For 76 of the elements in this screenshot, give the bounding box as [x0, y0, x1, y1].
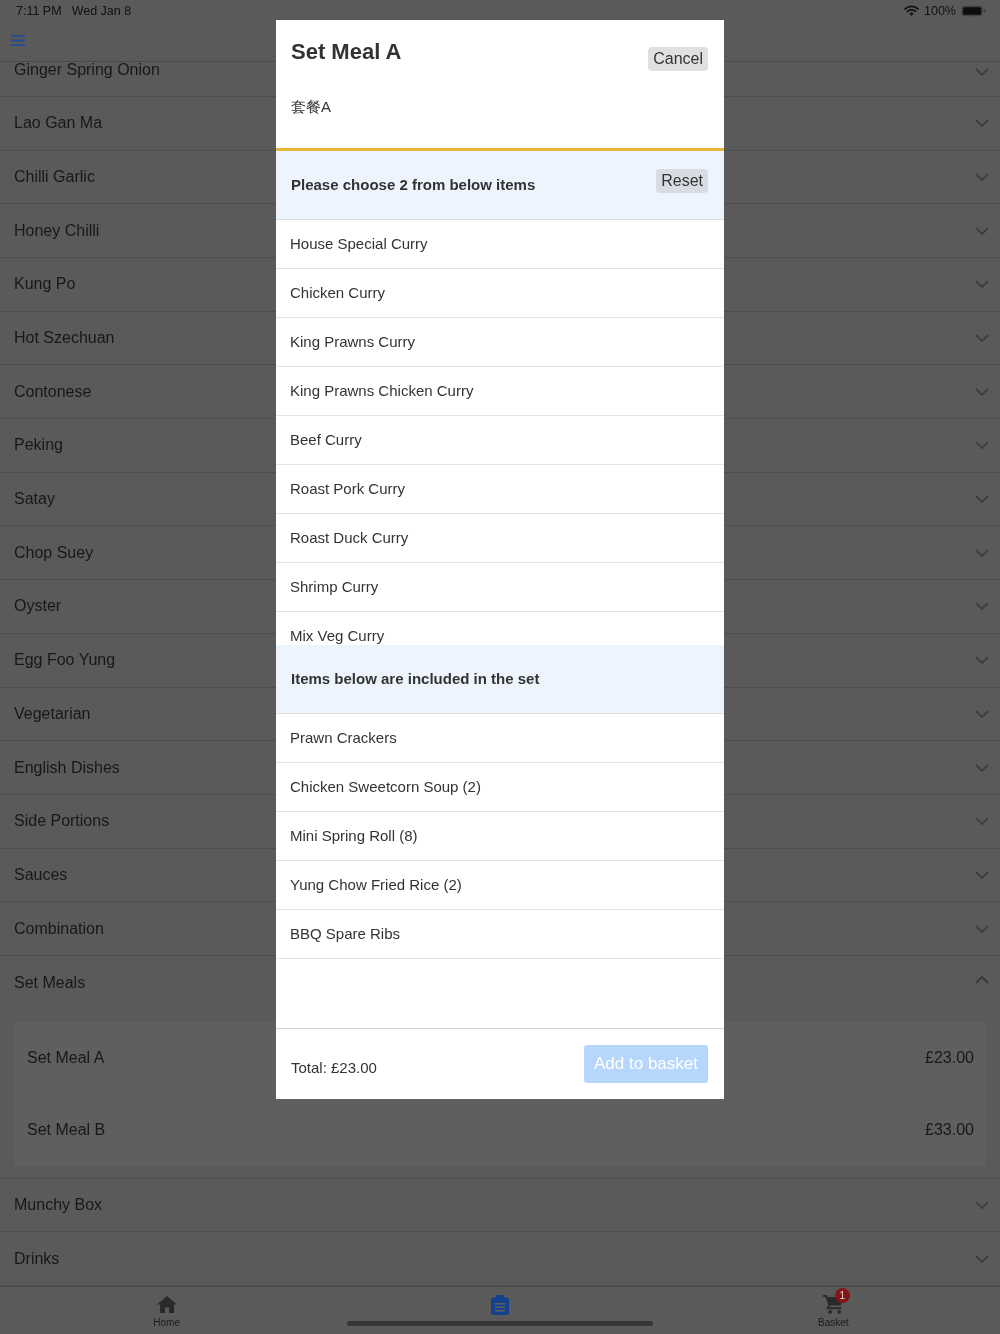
option-item[interactable]: House Special Curry	[290, 235, 428, 253]
category-label[interactable]: Hot Szechuan	[14, 329, 115, 348]
chevron-down-icon[interactable]	[975, 67, 989, 76]
menu-item-name[interactable]: Set Meal A	[27, 1048, 105, 1067]
chevron-down-icon[interactable]	[975, 119, 989, 128]
option-item[interactable]: King Prawns Chicken Curry	[290, 382, 474, 400]
chevron-down-icon[interactable]	[975, 172, 989, 181]
category-label[interactable]: Chilli Garlic	[14, 167, 95, 186]
menu-item-price: £33.00	[925, 1120, 974, 1139]
chevron-down-icon[interactable]	[975, 602, 989, 611]
menu-item-name[interactable]: Set Meal B	[27, 1120, 106, 1139]
included-item: Prawn Crackers	[290, 729, 397, 747]
chevron-down-icon[interactable]	[975, 656, 989, 665]
menu-icon[interactable]	[11, 34, 25, 46]
included-item: Mini Spring Roll (8)	[290, 827, 418, 845]
chevron-down-icon[interactable]	[975, 495, 989, 504]
chevron-down-icon[interactable]	[975, 763, 989, 772]
option-item[interactable]: Chicken Curry	[290, 284, 386, 302]
cancel-button[interactable]: Cancel	[648, 47, 708, 71]
chevron-down-icon[interactable]	[975, 924, 989, 933]
wifi-icon	[904, 5, 919, 17]
chevron-down-icon[interactable]	[975, 817, 989, 826]
included-item: Yung Chow Fried Rice (2)	[290, 876, 462, 894]
category-label[interactable]: Lao Gan Ma	[14, 114, 103, 133]
menu-item-price: £23.00	[925, 1048, 974, 1067]
category-label[interactable]: Vegetarian	[14, 704, 91, 723]
chevron-down-icon[interactable]	[975, 709, 989, 718]
category-label[interactable]: English Dishes	[14, 758, 120, 777]
chevron-down-icon[interactable]	[975, 1254, 989, 1263]
dialog-subtitle: 套餐A	[291, 98, 331, 115]
category-label[interactable]: Satay	[14, 490, 55, 509]
option-item[interactable]: Shrimp Curry	[290, 578, 379, 596]
option-item[interactable]: Mix Veg Curry	[290, 627, 385, 645]
category-label[interactable]: Combination	[14, 919, 104, 938]
category-label[interactable]: Side Portions	[14, 812, 110, 831]
choice-prompt: Please choose 2 from below items	[291, 176, 536, 194]
category-label[interactable]: Egg Foo Yung	[14, 651, 116, 670]
tab-button[interactable]: 1 Basket	[666, 1287, 1000, 1329]
included-item: Chicken Sweetcorn Soup (2)	[290, 778, 481, 796]
category-label[interactable]: Peking	[14, 436, 63, 455]
included-item: BBQ Spare Ribs	[290, 925, 401, 943]
chevron-down-icon[interactable]	[975, 1200, 989, 1209]
total-label: Total: £23.00	[291, 1059, 377, 1077]
chevron-up-icon[interactable]	[975, 975, 989, 984]
battery-icon	[961, 5, 986, 17]
option-item[interactable]: Roast Pork Curry	[290, 480, 406, 498]
status-time: 7:11 PM	[16, 4, 62, 18]
battery-percent: 100%	[924, 4, 956, 18]
category-label[interactable]: Ginger Spring Onion	[14, 60, 160, 79]
chevron-down-icon[interactable]	[975, 387, 989, 396]
status-date: Wed Jan 8	[71, 4, 132, 18]
chevron-down-icon[interactable]	[975, 280, 989, 289]
clipboard-icon	[491, 1295, 509, 1315]
category-label[interactable]: Contonese	[14, 382, 92, 401]
home-icon	[156, 1296, 177, 1313]
chevron-down-icon[interactable]	[975, 548, 989, 557]
option-item[interactable]: Roast Duck Curry	[290, 529, 409, 547]
category-label[interactable]: Sauces	[14, 865, 68, 884]
chevron-down-icon[interactable]	[975, 870, 989, 879]
category-label[interactable]: Honey Chilli	[14, 221, 100, 240]
included-heading: Items below are included in the set	[291, 670, 540, 688]
chevron-down-icon[interactable]	[975, 441, 989, 450]
dialog-title: Set Meal A	[291, 38, 402, 66]
category-label[interactable]: Chop Suey	[14, 543, 94, 562]
category-label[interactable]: Kung Po	[14, 275, 76, 294]
chevron-down-icon[interactable]	[975, 226, 989, 235]
category-label[interactable]: Set Meals	[14, 973, 86, 992]
category-label[interactable]: Munchy Box	[14, 1195, 103, 1214]
reset-button[interactable]: Reset	[656, 169, 708, 193]
option-item[interactable]: Beef Curry	[290, 431, 362, 449]
chevron-down-icon[interactable]	[975, 334, 989, 343]
category-label[interactable]: Oyster	[14, 597, 62, 616]
tab-button[interactable]: Home	[0, 1287, 334, 1329]
count-badge: 1	[834, 1288, 850, 1303]
category-label[interactable]: Drinks	[14, 1249, 60, 1268]
option-item[interactable]: King Prawns Curry	[290, 333, 416, 351]
